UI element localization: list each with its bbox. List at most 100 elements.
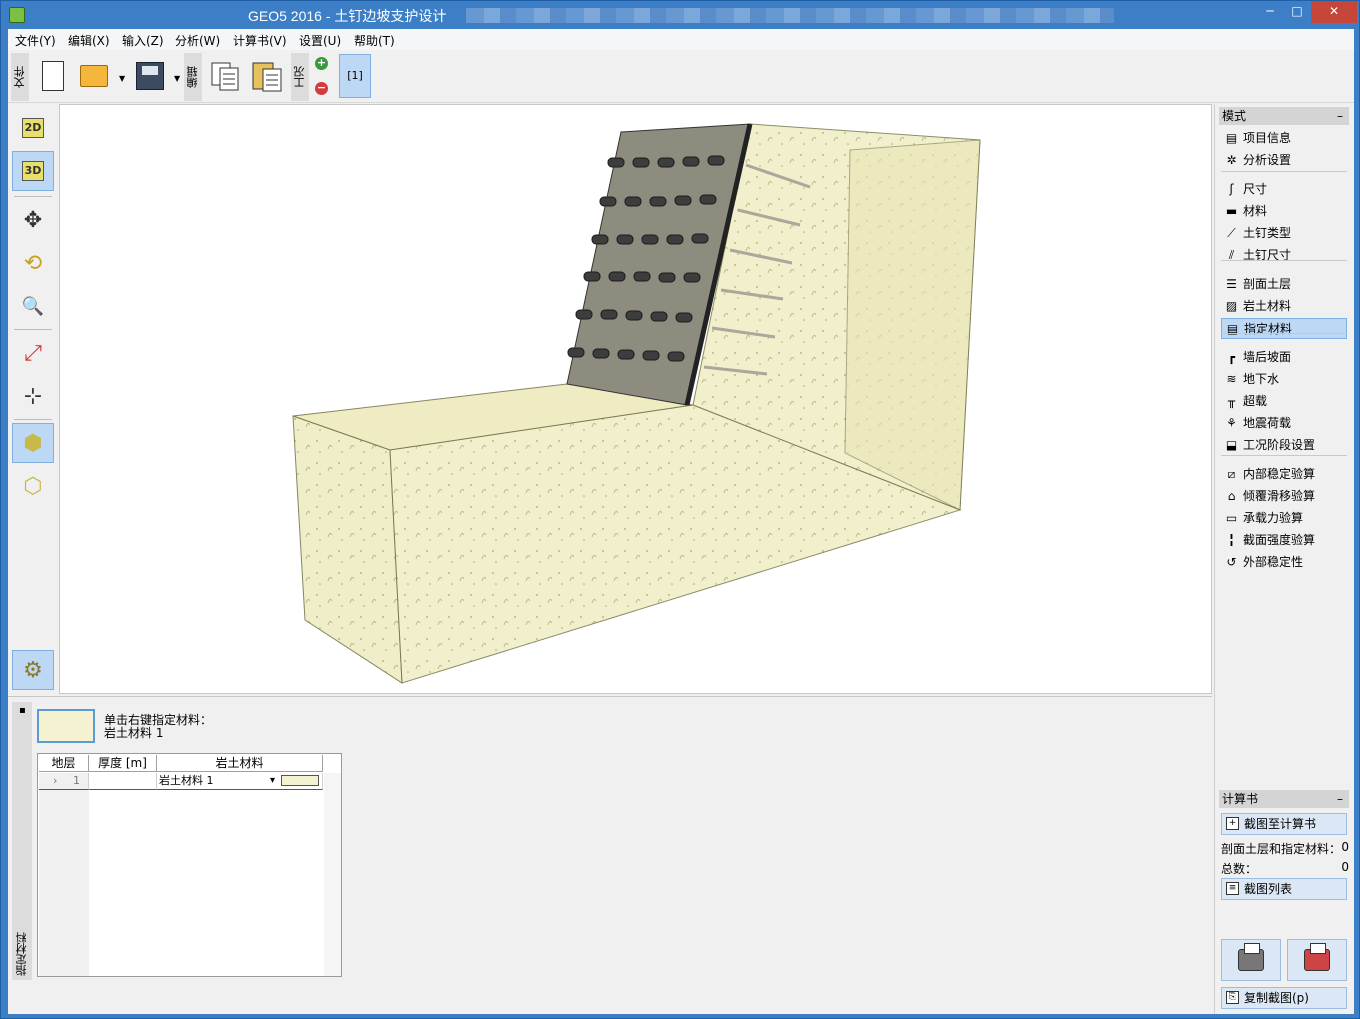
table-scrollbar[interactable] <box>324 773 341 976</box>
terrain-icon: ┏ <box>1227 350 1236 364</box>
mode-item-overturning[interactable]: ⌂ 倾覆滑移验算 <box>1221 486 1347 507</box>
table-row-layer[interactable]: › 1 <box>39 773 89 790</box>
mode-item-section[interactable]: ╏ 截面强度验算 <box>1221 530 1347 551</box>
mode-item-stage[interactable]: ⬓ 工况阶段设置 <box>1221 435 1347 456</box>
new-file-button[interactable] <box>37 56 69 96</box>
mode-item-earthquake[interactable]: ⚘ 地震荷载 <box>1221 413 1347 434</box>
column-header-thickness[interactable]: 厚度 [m] <box>89 755 157 772</box>
zoom-extents-button[interactable]: ⤢ <box>12 333 54 373</box>
column-header-layer[interactable]: 地层 <box>39 755 89 772</box>
print-button[interactable] <box>1221 939 1281 981</box>
table-row-thickness[interactable] <box>89 773 157 790</box>
mode-separator <box>1221 455 1347 456</box>
axes-button[interactable]: ⊹ <box>12 376 54 416</box>
save-dropdown-icon[interactable]: ▼ <box>174 74 182 83</box>
print-pdf-button[interactable] <box>1287 939 1347 981</box>
mode-item-external-stability[interactable]: ↺ 外部稳定性 <box>1221 552 1347 573</box>
mode-item-assign[interactable]: ▤ 指定材料 <box>1221 318 1347 339</box>
mode-item-material[interactable]: ▬ 材料 <box>1221 201 1347 222</box>
mode-item-label: 剖面土层 <box>1243 277 1292 291</box>
mode-item-internal-stability[interactable]: ⧄ 内部稳定验算 <box>1221 464 1347 485</box>
toolbar-separator <box>14 329 52 330</box>
open-file-button[interactable] <box>78 56 110 96</box>
mode-item-water[interactable]: ≋ 地下水 <box>1221 369 1347 390</box>
collapse-mode-button[interactable]: – <box>1337 107 1343 125</box>
add-picture-button[interactable]: + 截图至计算书 <box>1221 813 1347 835</box>
mode-item-nail-size[interactable]: ⫽ 土钉尺寸 <box>1221 245 1347 266</box>
menu-report[interactable]: 计算书(V) <box>233 32 287 49</box>
report-header-label: 计算书 <box>1222 792 1259 806</box>
save-file-button[interactable] <box>134 56 166 96</box>
open-dropdown-icon[interactable]: ▼ <box>119 74 127 83</box>
mode-item-dimension[interactable]: ʃ 尺寸 <box>1221 179 1347 200</box>
paste-data-button[interactable] <box>251 56 283 96</box>
collapse-report-button[interactable]: – <box>1337 790 1343 808</box>
mode-item-label: 分析设置 <box>1243 153 1292 167</box>
material-select[interactable]: 岩土材料 1 ▾ <box>157 773 279 790</box>
gear-icon: ⚙ <box>23 657 43 683</box>
maximize-button[interactable]: □ <box>1284 1 1310 23</box>
chevron-down-icon[interactable]: ▾ <box>270 773 275 789</box>
mode-item-label: 土钉类型 <box>1243 226 1292 240</box>
material-icon: ▬ <box>1225 204 1238 218</box>
mode-item-label: 承载力验算 <box>1243 511 1304 525</box>
model-3d-drawing[interactable] <box>60 105 1212 694</box>
mode-item-surcharge[interactable]: ╥ 超载 <box>1221 391 1347 412</box>
picture-list-button[interactable]: ≡ 截图列表 <box>1221 878 1347 900</box>
wireframe-view-button[interactable]: ⬡ <box>12 466 54 506</box>
copy-data-button[interactable] <box>209 56 241 96</box>
add-stage-button[interactable]: + <box>315 57 328 70</box>
assign-materials-tab[interactable]: ▪ 指定材料 <box>12 702 32 980</box>
picture-list-label: 截图列表 <box>1244 882 1293 896</box>
minimize-button[interactable]: ─ <box>1257 1 1283 23</box>
menu-bar: 文件(Y) 编辑(X) 输入(Z) 分析(W) 计算书(V) 设置(U) 帮助(… <box>8 29 1354 50</box>
soil-block-left <box>292 415 403 684</box>
mode-item-document[interactable]: ▤ 项目信息 <box>1221 128 1347 149</box>
add-picture-label: 截图至计算书 <box>1244 817 1317 831</box>
menu-help[interactable]: 帮助(T) <box>354 32 395 49</box>
wire-cube-icon: ⬡ <box>23 473 43 499</box>
mode-item-terrain[interactable]: ┏ 墙后坡面 <box>1221 347 1347 368</box>
layers-table: 地层 厚度 [m] 岩土材料 › 1 岩土材料 1 ▾ <box>37 753 342 977</box>
remove-stage-button[interactable]: − <box>315 82 328 95</box>
redacted-filename <box>466 8 1114 23</box>
dimension-icon: ʃ <box>1229 182 1234 196</box>
copy-picture-button[interactable]: ⎘ 复制截图(p) <box>1221 987 1347 1009</box>
mode-item-bearing[interactable]: ▭ 承载力验算 <box>1221 508 1347 529</box>
bearing-icon: ▭ <box>1225 511 1238 525</box>
new-document-icon <box>42 61 64 91</box>
close-button[interactable]: ✕ <box>1311 1 1357 23</box>
material-swatch[interactable] <box>37 709 95 743</box>
title-bar: GEO5 2016 - 土钉边坡支护设计 ─ □ ✕ <box>1 1 1359 29</box>
menu-file[interactable]: 文件(Y) <box>15 32 56 49</box>
open-folder-icon <box>80 65 108 87</box>
view-3d-button[interactable]: 3D <box>12 151 54 191</box>
menu-edit[interactable]: 编辑(X) <box>68 32 110 49</box>
mode-item-label: 工况阶段设置 <box>1243 438 1316 452</box>
menu-analysis[interactable]: 分析(W) <box>175 32 220 49</box>
menu-input[interactable]: 输入(Z) <box>122 32 164 49</box>
stage-icon: ⬓ <box>1225 438 1238 452</box>
toolbar-group-stage: 工况 <box>291 53 309 101</box>
mode-item-gear[interactable]: ✲ 分析设置 <box>1221 150 1347 171</box>
pan-button[interactable]: ✥ <box>12 200 54 240</box>
view-settings-button[interactable]: ⚙ <box>12 650 54 690</box>
mode-item-label: 材料 <box>1243 204 1268 218</box>
mode-item-layers[interactable]: ☰ 剖面土层 <box>1221 274 1347 295</box>
layers-icon: ☰ <box>1226 277 1237 291</box>
solid-view-button[interactable]: ⬢ <box>12 423 54 463</box>
window-title: GEO5 2016 - 土钉边坡支护设计 <box>248 8 447 24</box>
column-header-material[interactable]: 岩土材料 <box>157 755 323 772</box>
3d-viewport[interactable] <box>59 104 1212 694</box>
zoom-button[interactable]: 🔍 <box>12 286 54 326</box>
rotate-button[interactable]: ⟲ <box>12 243 54 283</box>
mode-item-soil[interactable]: ▨ 岩土材料 <box>1221 296 1347 317</box>
stage-1-button[interactable]: [1] <box>339 54 371 98</box>
picture-count-label: 剖面土层和指定材料： <box>1221 842 1342 856</box>
menu-settings[interactable]: 设置(U) <box>299 32 341 49</box>
copy-icon <box>211 62 239 91</box>
hint-material-name: 岩土材料 1 <box>104 726 164 740</box>
view-2d-button[interactable]: 2D <box>12 108 54 148</box>
pin-icon[interactable]: ▪ <box>19 705 26 716</box>
mode-item-nail-type[interactable]: ⟋ 土钉类型 <box>1221 223 1347 244</box>
